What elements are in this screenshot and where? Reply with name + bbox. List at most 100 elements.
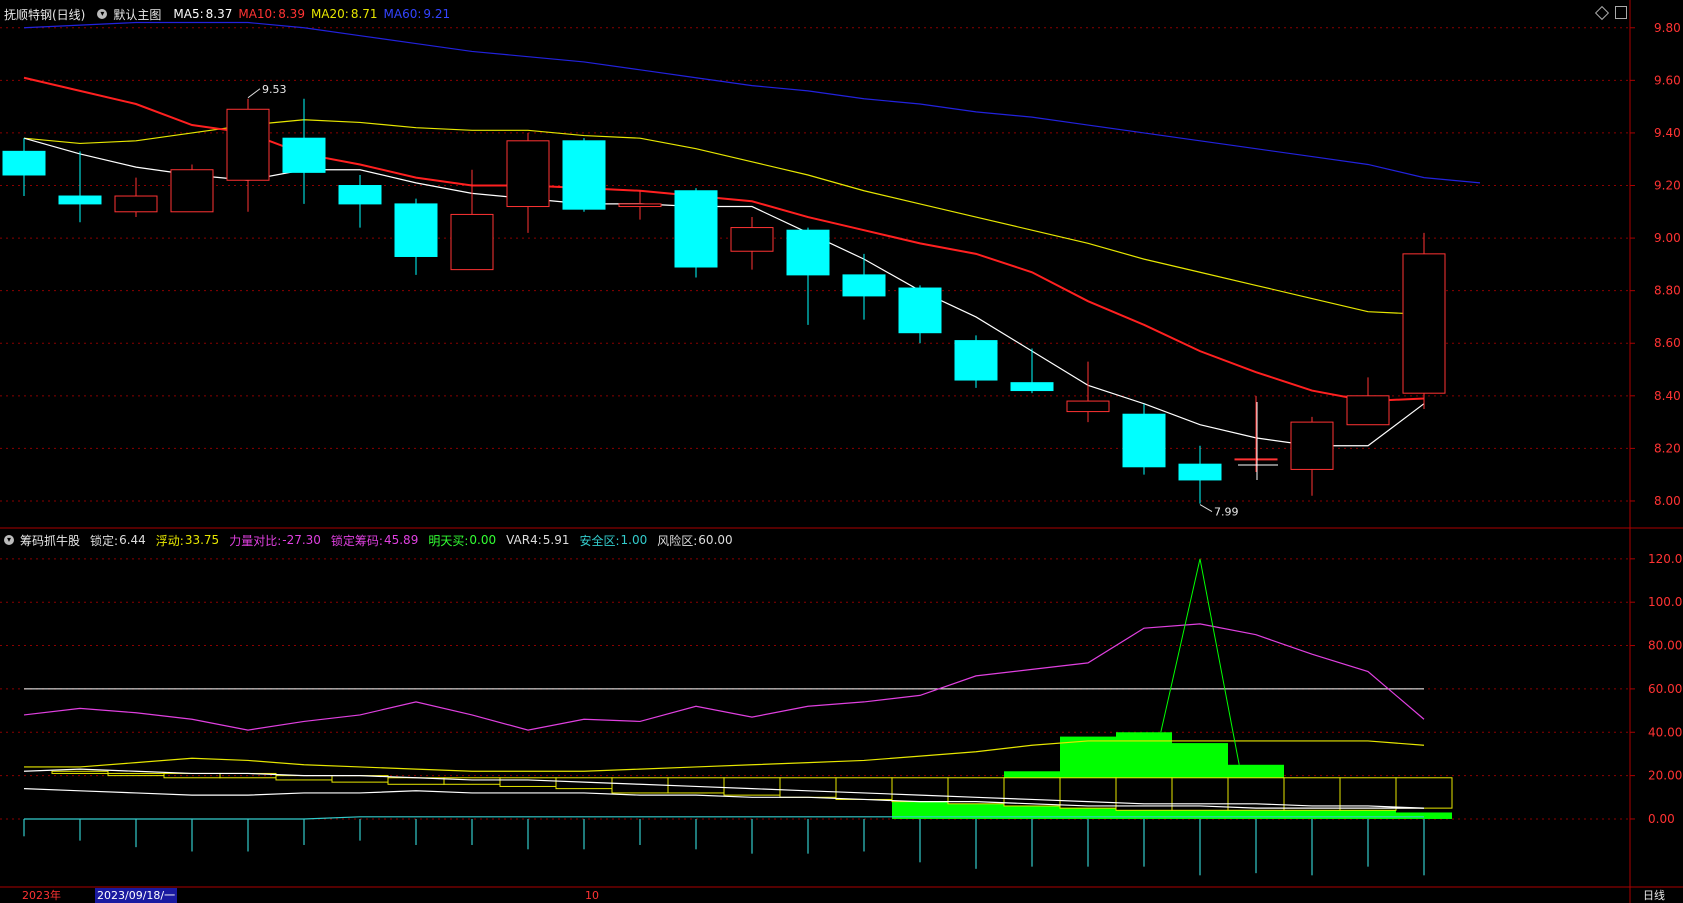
- chip-box: [947, 777, 1005, 805]
- green-low-bar: [1116, 810, 1172, 819]
- stock-title[interactable]: 抚顺特钢(日线): [4, 6, 85, 23]
- chip-box: [1227, 777, 1285, 811]
- ma5-line: [23, 137, 1425, 447]
- chart-canvas[interactable]: 8.00 8.20 8.40 8.60 8.80 9.00 9.20 9.40 9.60 9.80…: [0, 0, 1683, 903]
- ma10-value: 8.39: [278, 7, 305, 21]
- top-right-controls: [1594, 5, 1627, 21]
- ma60-value: 9.21: [423, 7, 451, 21]
- candle-up: [1066, 400, 1110, 413]
- chart-name[interactable]: 默认主图: [113, 6, 161, 23]
- date-cursor: 2023/09/18/一: [95, 888, 178, 903]
- green-low-bar: [1396, 812, 1452, 819]
- y-tick-label: 120.00: [1648, 552, 1683, 566]
- candle-down: [2, 150, 46, 176]
- candle-down: [562, 140, 606, 210]
- green-low-bar: [1284, 810, 1340, 819]
- y-tick-label: 9.80: [1654, 21, 1681, 35]
- circle-icon[interactable]: ▾: [4, 535, 14, 545]
- candle-up: [1402, 253, 1446, 394]
- candle-up: [1290, 421, 1334, 470]
- year-label: 2023年: [22, 889, 61, 902]
- y-tick-label: 9.00: [1654, 231, 1681, 245]
- diamond-icon[interactable]: [1594, 5, 1610, 21]
- green-low-bar: [1172, 810, 1228, 819]
- green-bar: [1228, 764, 1284, 778]
- chip-box: [891, 777, 949, 803]
- indicator-item-value: 1.00: [620, 533, 648, 547]
- chip-box: [779, 777, 837, 798]
- candle-down: [1122, 413, 1166, 468]
- y-tick-label: 8.20: [1654, 441, 1681, 455]
- green-bar: [1116, 732, 1172, 778]
- candle-up: [450, 213, 494, 271]
- indicator-item-label: 锁定筹码:: [330, 533, 383, 548]
- ma10-label: MA10:: [238, 7, 277, 21]
- y-tick-label: 20.00: [1648, 769, 1682, 783]
- candle-down: [394, 203, 438, 257]
- indicator-item-value: 45.89: [383, 533, 419, 547]
- indicator-item-value: 6.44: [119, 533, 146, 547]
- annotation-pointer: [247, 88, 261, 99]
- chip-box: [499, 777, 557, 787]
- y-tick-label: 40.00: [1648, 725, 1682, 739]
- indicator-item-value: 60.00: [698, 533, 733, 547]
- indicator-item-label: VAR4:: [506, 533, 542, 547]
- indicator-item-label: 浮动:: [155, 533, 184, 548]
- circle-icon[interactable]: ▾: [97, 9, 108, 19]
- candle-up: [1346, 395, 1390, 426]
- y-tick-label: 0.00: [1648, 812, 1675, 826]
- candle-down: [898, 287, 942, 334]
- candle-up: [1234, 458, 1278, 461]
- candle-down: [58, 195, 102, 205]
- green-spike: [1160, 558, 1240, 765]
- green-low-bar: [1228, 810, 1284, 819]
- month-label: 10: [585, 889, 599, 902]
- extreme-label: 9.53: [262, 83, 287, 96]
- indicator-item-value: 5.91: [542, 533, 570, 547]
- chip-box: [275, 775, 333, 781]
- ma60-label: MA60:: [383, 7, 422, 21]
- candle-down: [338, 185, 382, 205]
- green-bar: [1172, 743, 1228, 778]
- indicator-item-value: -27.30: [282, 533, 321, 547]
- candle-down: [674, 190, 718, 268]
- candle-down: [786, 229, 830, 276]
- period-label[interactable]: 日线: [1643, 888, 1665, 903]
- candle-down: [1178, 463, 1222, 481]
- indicator-item-label: 明天买:: [428, 533, 469, 548]
- candle-down: [1010, 382, 1054, 392]
- candle-down: [282, 137, 326, 173]
- chip-box: [51, 770, 109, 774]
- y-tick-label: 8.60: [1654, 336, 1681, 350]
- ma20-label: MA20:: [310, 7, 349, 21]
- candle-up: [730, 227, 774, 252]
- pink-line: [23, 623, 1425, 731]
- indicator-item-label: 风险区:: [657, 533, 698, 548]
- candle-up: [170, 169, 214, 213]
- green-bar: [1004, 771, 1060, 778]
- chip-box: [1003, 777, 1061, 807]
- indicator-name[interactable]: 筹码抓牛股: [20, 532, 80, 549]
- candle-up: [114, 195, 158, 213]
- y-tick-label: 8.80: [1654, 284, 1681, 298]
- chip-box: [723, 777, 781, 796]
- candle-up: [226, 108, 270, 181]
- indicator-item-label: 力量对比:: [229, 533, 282, 548]
- y-tick-label: 9.40: [1654, 126, 1681, 140]
- y-tick-label: 60.00: [1648, 682, 1682, 696]
- y-tick-label: 8.40: [1654, 389, 1681, 403]
- panel-icon[interactable]: [1615, 6, 1627, 19]
- main-header: 抚顺特钢(日线) ▾ 默认主图 MA5: 8.37 MA10: 8.39 MA2…: [0, 3, 450, 25]
- candle-down: [954, 340, 998, 381]
- ma5-value: 8.37: [205, 7, 233, 21]
- y-tick-label: 8.00: [1654, 494, 1681, 508]
- ma5-label: MA5:: [173, 7, 204, 21]
- annotation-pointer: [1199, 504, 1213, 513]
- chip-box: [107, 772, 165, 777]
- candle-down: [842, 274, 886, 297]
- extreme-label: 7.99: [1214, 506, 1239, 519]
- indicator-item-label: 安全区:: [579, 533, 620, 548]
- green-low-bar: [1340, 810, 1396, 819]
- y-tick-label: 80.00: [1648, 639, 1682, 653]
- y-tick-label: 100.00: [1648, 595, 1683, 609]
